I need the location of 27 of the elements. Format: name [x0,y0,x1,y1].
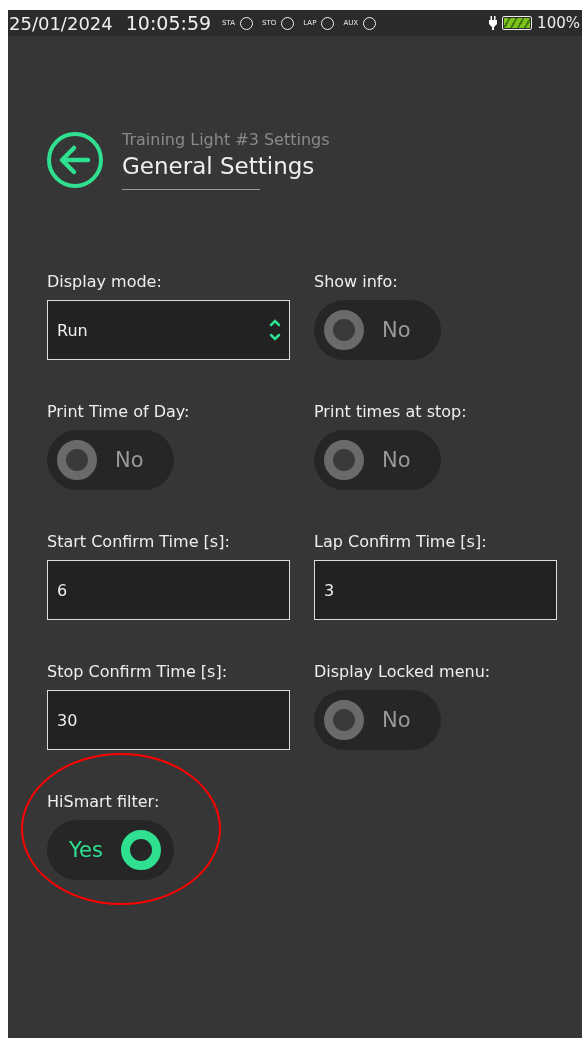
setting-label: Lap Confirm Time [s]: [314,532,488,552]
select-value: Run [57,320,88,340]
status-time: 10:05:59 [125,12,212,34]
toggle-switch[interactable]: No [314,690,441,750]
page-subtitle: Training Light #3 Settings [122,130,330,149]
battery-percent: 100% [537,14,580,32]
setting-label: Show info: [314,272,399,292]
toggle-switch[interactable]: Yes [47,820,174,880]
setting-label: HiSmart filter: [47,792,161,812]
toggle-switch[interactable]: No [314,430,441,490]
setting-label: Print times at stop: [314,402,468,422]
input-field[interactable]: 3 [314,560,557,620]
back-button[interactable] [46,131,104,189]
plug-icon [489,16,498,30]
setting-label: Print Time of Day: [47,402,191,422]
toggle-switch[interactable]: No [314,300,441,360]
setting-label: Stop Confirm Time [s]: [47,662,229,682]
input-field[interactable]: 6 [47,560,290,620]
page-title: General Settings [122,153,316,179]
spinner-arrows-icon [269,317,281,343]
toggle-switch[interactable]: No [47,430,174,490]
setting-label: Display Locked menu: [314,662,492,682]
setting-label: Start Confirm Time [s]: [47,532,231,552]
input-field[interactable]: 30 [47,690,290,750]
status-date: 25/01/2024 [9,12,113,34]
select-field[interactable]: Run [47,300,290,360]
setting-label: Display mode: [47,272,163,292]
